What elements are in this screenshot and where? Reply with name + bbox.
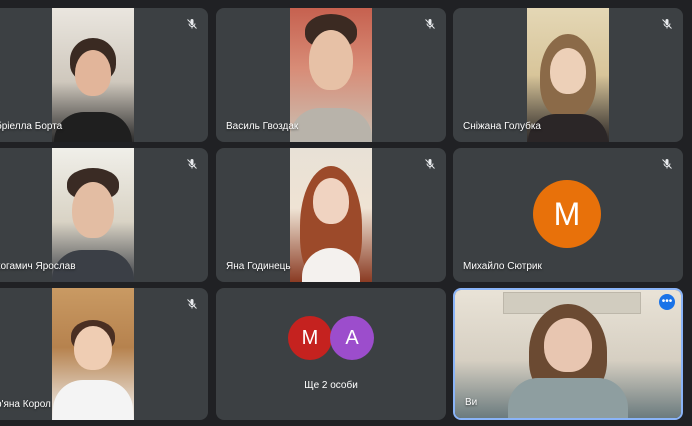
participant-clothing [54, 112, 132, 142]
more-participants-label: Ще 2 особи [304, 380, 358, 391]
participant-avatar: M [533, 180, 601, 248]
participant-name: когамич Ярослав [0, 261, 76, 272]
participant-face [75, 50, 111, 96]
participant-name: бріелла Борта [0, 121, 63, 132]
participant-avatar: M [288, 316, 332, 360]
participant-tile[interactable]: Василь Гвоздак [216, 8, 446, 142]
self-video [455, 290, 681, 418]
participant-name: Михайло Сютрик [463, 261, 542, 272]
mic-off-icon [422, 16, 438, 32]
participant-video [290, 148, 372, 282]
participant-video [52, 288, 134, 420]
mic-off-icon [422, 156, 438, 172]
mic-off-icon [184, 16, 200, 32]
participant-face [313, 178, 349, 224]
participant-face [72, 182, 114, 238]
participant-name: Яна Годинець [226, 261, 291, 272]
more-options-icon[interactable]: ••• [659, 294, 675, 310]
participant-clothing [508, 378, 628, 418]
participant-tile[interactable]: р'яна Корол [0, 288, 208, 420]
participant-tile[interactable]: Сніжана Голубка [453, 8, 683, 142]
self-tile[interactable]: ••• Ви [453, 288, 683, 420]
participant-face [309, 30, 353, 90]
mic-off-icon [659, 156, 675, 172]
more-participants-tile[interactable]: M A Ще 2 особи [216, 288, 446, 420]
participant-name: Василь Гвоздак [226, 121, 299, 132]
participant-tile[interactable]: бріелла Борта [0, 8, 208, 142]
participant-tile[interactable]: Яна Годинець [216, 148, 446, 282]
participant-face [74, 326, 112, 370]
mic-off-icon [184, 296, 200, 312]
participant-face [550, 48, 586, 94]
mic-off-icon [659, 16, 675, 32]
participant-tile[interactable]: когамич Ярослав [0, 148, 208, 282]
participant-name: Ви [465, 397, 478, 408]
participant-video [52, 8, 134, 142]
participant-grid: бріелла Борта Василь Гвоздак Сніжана Гол… [0, 0, 692, 426]
participant-avatar: A [330, 316, 374, 360]
participant-name: р'яна Корол [0, 399, 51, 410]
participant-clothing [290, 108, 372, 142]
participant-clothing [53, 380, 133, 420]
participant-tile[interactable]: M Михайло Сютрик [453, 148, 683, 282]
participant-video [290, 8, 372, 142]
participant-face [544, 318, 592, 372]
mic-off-icon [184, 156, 200, 172]
participant-name: Сніжана Голубка [463, 121, 541, 132]
